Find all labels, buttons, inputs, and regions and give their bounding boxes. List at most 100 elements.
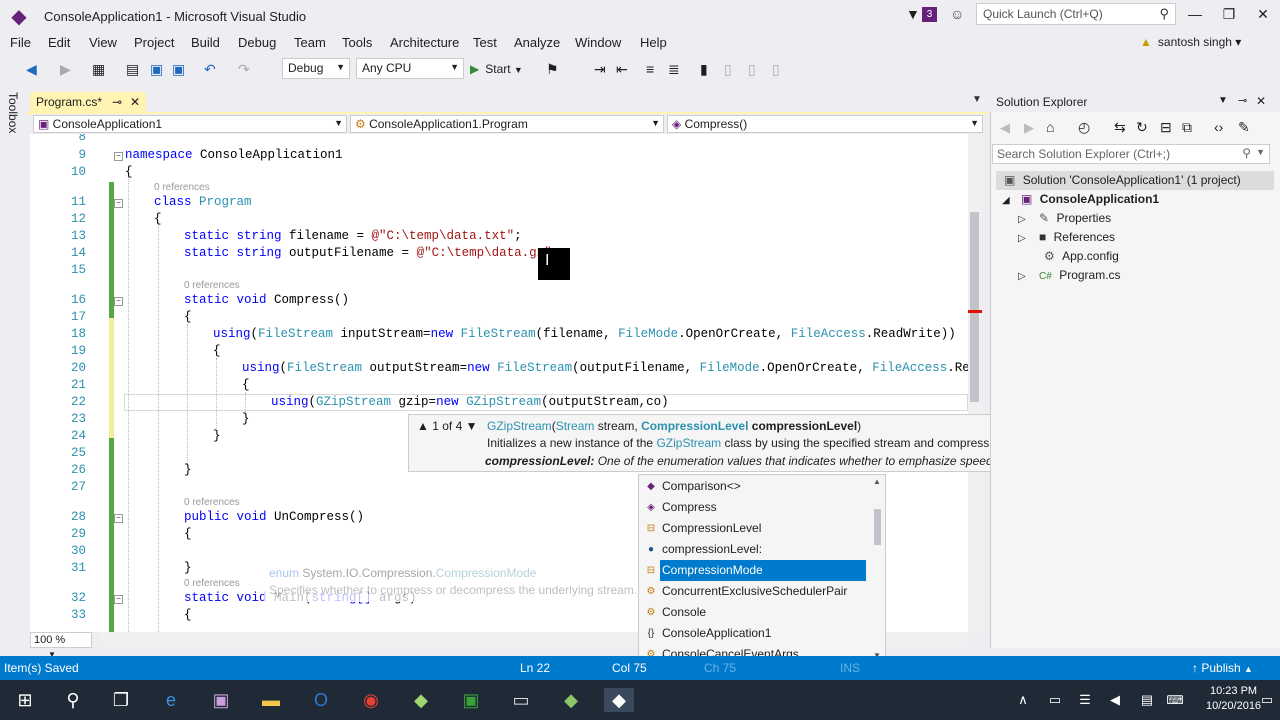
completion-item[interactable]: ⚙ Console [640,602,870,623]
menu-analyze[interactable]: Analyze [514,35,560,50]
down-arrow-icon[interactable]: ▼ [466,419,478,433]
tree-item-references[interactable]: ▷ ■ References [1018,228,1115,247]
file-explorer-icon[interactable]: ▬ [256,688,286,712]
completion-item[interactable]: {} ConsoleApplication1 [640,623,870,644]
scroll-up-icon[interactable]: ▲ [873,477,881,486]
comment-icon[interactable]: ≡ [646,60,654,78]
excel-app-icon[interactable]: ▣ [456,688,486,712]
tree-item-app-config[interactable]: ⚙ App.config [1018,247,1119,266]
completion-scroll-thumb[interactable] [874,509,881,545]
outlook-icon[interactable]: O [306,688,336,712]
collapse-region-button[interactable]: − [114,514,123,523]
network-icon[interactable]: ☰ [1070,688,1100,712]
up-arrow-icon[interactable]: ▲ [417,419,429,433]
menu-view[interactable]: View [89,35,117,50]
close-window-button[interactable]: ✕ [1246,4,1280,26]
completion-item[interactable]: ◈ Compress [640,497,870,518]
solution-explorer-search[interactable]: Search Solution Explorer (Ctrl+;) ⚲ ▼ [992,144,1270,164]
sync-icon[interactable]: ⇆ [1114,119,1126,136]
intellisense-completion-list[interactable]: ◆ Comparison<> ◈ Compress ⊟ CompressionLeve… [638,474,886,666]
show-hidden-icons[interactable]: ∧ [1008,688,1038,712]
show-all-files-icon[interactable]: ⧉ [1182,119,1192,136]
edge-browser-icon[interactable]: e [156,688,186,712]
class-dropdown[interactable]: ⚙ ConsoleApplication1.Program ▼ [350,115,664,133]
expanded-icon[interactable]: ◢ [1002,195,1010,206]
close-tab-icon[interactable]: ✕ [130,95,140,109]
search-icon[interactable]: ⚲ [58,688,88,712]
feedback-icon[interactable]: ☺ [950,6,964,22]
codelens-references[interactable]: 0 references [184,280,240,291]
keyboard-icon[interactable]: ⌨ [1160,688,1190,712]
undo-icon[interactable]: ↶ [204,60,216,78]
collapse-region-button[interactable]: − [114,152,123,161]
redo-icon[interactable]: ↷ [238,60,250,78]
notification-badge[interactable]: 3 [922,7,937,22]
codelens-references[interactable]: 0 references [184,578,240,589]
quick-launch-input[interactable]: Quick Launch (Ctrl+Q) ⚲ [976,3,1176,25]
clear-bookmarks-icon[interactable]: ▯ [772,60,780,78]
menu-window[interactable]: Window [575,35,621,50]
tree-item-solution[interactable]: ▣ Solution 'ConsoleApplication1' (1 proj… [996,171,1274,190]
notifications-icon[interactable]: ▭ [1258,688,1276,712]
start-debugging-button[interactable]: ▶ Start ▼ [470,62,523,76]
view-code-icon[interactable]: ‹› [1214,119,1223,135]
feedback-filter-icon[interactable]: ▼ [906,6,920,22]
history-icon[interactable]: ◴ [1078,119,1090,136]
menu-build[interactable]: Build [191,35,220,50]
collapsed-icon[interactable]: ▷ [1018,214,1026,225]
overload-selector[interactable]: ▲ 1 of 4 ▼ [417,419,478,433]
step-into-icon[interactable]: ⇥ [594,60,606,78]
collapsed-icon[interactable]: ▷ [1018,271,1026,282]
forward-icon[interactable]: ▶ [1024,120,1034,136]
save-icon[interactable]: ▣ [150,60,163,78]
next-bookmark-icon[interactable]: ▯ [748,60,756,78]
home-icon[interactable]: ⌂ [1046,119,1054,135]
notepad-app-icon[interactable]: ◆ [406,688,436,712]
save-all-icon[interactable]: ▣ [172,60,185,78]
menu-tools[interactable]: Tools [342,35,372,50]
refresh-icon[interactable]: ↻ [1136,119,1148,136]
user-account[interactable]: ▲ santosh singh ▾ [1140,35,1241,49]
completion-item[interactable]: ◆ Comparison<> [640,476,870,497]
uncomment-icon[interactable]: ≣ [668,60,680,78]
command-prompt-icon[interactable]: ▭ [506,688,536,712]
member-dropdown[interactable]: ◈ Compress() ▼ [667,115,983,133]
collapse-region-button[interactable]: − [114,297,123,306]
collapse-region-button[interactable]: − [114,199,123,208]
new-project-icon[interactable]: ▦ [92,60,105,78]
tree-item-properties[interactable]: ▷ ✎ Properties [1018,209,1111,228]
battery-icon[interactable]: ▭ [1040,688,1070,712]
maximize-button[interactable]: ❐ [1212,4,1246,26]
codelens-references[interactable]: 0 references [184,497,240,508]
windows-start-icon[interactable]: ⊞ [10,688,40,712]
close-panel-icon[interactable]: ✕ [1256,94,1266,108]
tree-item-program-cs[interactable]: ▷ C# Program.cs [1018,266,1121,285]
back-icon[interactable]: ◀ [1000,120,1010,136]
completion-item[interactable]: ● compressionLevel: [640,539,870,560]
open-file-icon[interactable]: ▤ [126,60,139,78]
collapsed-icon[interactable]: ▷ [1018,233,1026,244]
chrome-icon[interactable]: ◉ [356,688,386,712]
taskbar-clock[interactable]: 10:23 PM 10/20/2016 [1206,684,1261,714]
completion-list-scrollbar[interactable]: ▲ ▼ [870,475,885,665]
menu-architecture[interactable]: Architecture [390,35,459,50]
menu-help[interactable]: Help [640,35,667,50]
action-center-icon[interactable]: ▤ [1132,688,1162,712]
app-icon[interactable]: ▣ [206,688,236,712]
pin-icon[interactable]: ⊸ [1238,94,1247,107]
menu-file[interactable]: File [10,35,31,50]
prev-bookmark-icon[interactable]: ▯ [724,60,732,78]
publish-button[interactable]: ↑ Publish ▲ [1192,661,1253,675]
bookmark-icon[interactable]: ▮ [700,60,708,78]
task-view-icon[interactable]: ❐ [106,688,136,712]
back-icon[interactable]: ◀ [26,60,37,78]
solution-configuration-dropdown[interactable]: Debug ▼ [282,58,350,79]
collapse-region-button[interactable]: − [114,595,123,604]
app-icon[interactable]: ◆ [556,688,586,712]
toolbox-tab[interactable]: Toolbox [6,92,20,133]
step-over-icon[interactable]: ⇤ [616,60,628,78]
project-dropdown[interactable]: ▣ ConsoleApplication1 ▼ [33,115,347,133]
minimize-button[interactable]: — [1178,4,1212,26]
zoom-dropdown[interactable]: 100 % ▼ [30,632,92,659]
completion-item[interactable]: ⚙ ConcurrentExclusiveSchedulerPair [640,581,870,602]
